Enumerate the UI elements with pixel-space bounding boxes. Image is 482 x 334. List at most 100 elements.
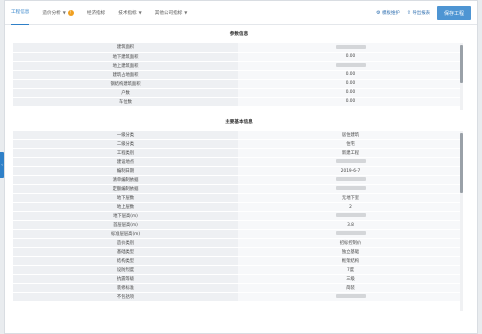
- redacted-value: [335, 213, 366, 218]
- row-value[interactable]: 框架结构: [238, 256, 463, 266]
- row-label: 装修标准: [13, 283, 238, 293]
- tab-other-index[interactable]: 其他公司指标 ▼: [155, 1, 188, 25]
- row-label: 抗震等级: [13, 274, 238, 284]
- table-row: 定额编制依据: [13, 184, 463, 194]
- row-label: 建筑面积: [13, 43, 238, 53]
- caret-down-icon: ▼: [138, 10, 142, 15]
- row-label: 地下层数: [13, 193, 238, 203]
- toolbar-actions: ⚙ 模板维护 ⇪ 导出报表 保存工程: [376, 1, 471, 25]
- row-value[interactable]: [238, 292, 463, 302]
- params-scrollbar[interactable]: [460, 43, 463, 110]
- top-tab-bar: 工程信息 造价分析 ▼! 经济指标 技术指标 ▼ 其他公司指标 ▼ ⚙ 模板维护 ⇪ 导出…: [5, 1, 477, 25]
- row-label: 清单编制依据: [13, 175, 238, 185]
- row-label: 地下层高(m): [13, 211, 238, 221]
- row-value[interactable]: 新建工程: [238, 148, 463, 158]
- row-value[interactable]: 三级: [238, 274, 463, 284]
- caret-down-icon: ▼: [184, 10, 188, 15]
- row-label: 户数: [13, 88, 238, 98]
- table-row: 造价类别 招标控制价: [13, 238, 463, 248]
- tab-technical-index[interactable]: 技术指标 ▼: [118, 1, 141, 25]
- row-value[interactable]: [238, 43, 463, 53]
- row-label: 工程类别: [13, 148, 238, 158]
- table-row: 设防烈度 7度: [13, 265, 463, 275]
- table-row: 钢结构建筑面积 0.00: [13, 79, 463, 89]
- caret-down-icon: ▼: [62, 10, 66, 15]
- table-row: 车位数 0.00: [13, 97, 463, 107]
- row-label: 编制日期: [13, 166, 238, 176]
- main-content: 参数信息 建筑面积 地下建筑面积 0.00 地上建筑面积 建筑占地面积 0.00 钢结构建筑…: [13, 31, 465, 311]
- row-value[interactable]: [238, 184, 463, 194]
- table-row: 基础类型 独立基础: [13, 247, 463, 257]
- row-value[interactable]: 0.00: [238, 88, 463, 98]
- export-report-link[interactable]: ⇪ 导出报表: [407, 10, 430, 16]
- app-window: 工程信息 造价分析 ▼! 经济指标 技术指标 ▼ 其他公司指标 ▼ ⚙ 模板维护 ⇪ 导出…: [4, 0, 478, 334]
- row-value[interactable]: [238, 175, 463, 185]
- gear-icon: ⚙: [376, 10, 381, 16]
- tab-cost-analysis[interactable]: 造价分析 ▼!: [42, 1, 74, 25]
- row-value[interactable]: [238, 211, 463, 221]
- row-value[interactable]: [238, 229, 463, 239]
- row-label: 首层层高(m): [13, 220, 238, 230]
- row-value[interactable]: 居住建筑: [238, 130, 463, 140]
- save-project-button[interactable]: 保存工程: [436, 6, 471, 20]
- row-label: 建设地点: [13, 157, 238, 167]
- table-row: 编制日期 2019-6-7: [13, 166, 463, 176]
- redacted-value: [335, 44, 366, 49]
- row-value[interactable]: 无地下室: [238, 193, 463, 203]
- chevron-left-icon[interactable]: ‹: [0, 152, 4, 178]
- table-row: 地下层数 无地下室: [13, 193, 463, 203]
- row-value[interactable]: 招标控制价: [238, 238, 463, 248]
- row-label: 车位数: [13, 97, 238, 107]
- table-row: 结构类型 框架结构: [13, 256, 463, 266]
- table-row: 建筑占地面积 0.00: [13, 70, 463, 80]
- link-label: 模板维护: [382, 11, 400, 16]
- section-title-basic: 主要基本信息: [225, 119, 253, 125]
- table-row: 清单编制依据: [13, 175, 463, 185]
- redacted-value: [335, 294, 366, 299]
- table-row: 地下层高(m): [13, 211, 463, 221]
- tab-economic-index[interactable]: 经济指标: [87, 1, 105, 25]
- row-label: 标准层层高(m): [13, 229, 238, 239]
- row-value[interactable]: 2: [238, 202, 463, 212]
- row-value[interactable]: 简装: [238, 283, 463, 293]
- template-maintain-link[interactable]: ⚙ 模板维护: [376, 10, 400, 16]
- table-row: 地下建筑面积 0.00: [13, 52, 463, 62]
- row-value[interactable]: 7度: [238, 265, 463, 275]
- params-table: 建筑面积 地下建筑面积 0.00 地上建筑面积 建筑占地面积 0.00 钢结构建筑面积 0.0…: [13, 43, 463, 107]
- row-label: 不包括项: [13, 292, 238, 302]
- basic-scrollbar[interactable]: [460, 130, 463, 311]
- row-label: 设防烈度: [13, 265, 238, 275]
- section-title-params: 参数信息: [229, 32, 249, 37]
- redacted-value: [335, 62, 366, 67]
- scroll-thumb[interactable]: [460, 132, 463, 193]
- scroll-thumb[interactable]: [460, 45, 463, 83]
- row-value[interactable]: 0.00: [238, 79, 463, 89]
- table-row: 地上层数 2: [13, 202, 463, 212]
- table-row: 地上建筑面积: [13, 61, 463, 71]
- tab-label: 其他公司指标: [154, 10, 183, 16]
- row-value[interactable]: 0.00: [238, 52, 463, 62]
- row-label: 地下建筑面积: [13, 52, 238, 62]
- row-value[interactable]: [238, 157, 463, 167]
- row-label: 基础类型: [13, 247, 238, 257]
- table-row: 不包括项: [13, 292, 463, 302]
- basic-info-table: 一级分类 居住建筑 二级分类 住宅 工程类别 新建工程 建设地点 编制日期 2019-6-7 清单…: [13, 130, 463, 302]
- row-label: 钢结构建筑面积: [13, 79, 238, 89]
- row-value[interactable]: 0.00: [238, 97, 463, 107]
- row-value[interactable]: 3.8: [238, 220, 463, 230]
- table-row: 标准层层高(m): [13, 229, 463, 239]
- table-row: 首层层高(m) 3.8: [13, 220, 463, 230]
- table-row: 二级分类 住宅: [13, 139, 463, 149]
- row-label: 结构类型: [13, 256, 238, 266]
- table-row: 户数 0.00: [13, 88, 463, 98]
- tab-label: 工程信息: [11, 10, 30, 15]
- row-value[interactable]: [238, 61, 463, 71]
- row-value[interactable]: 住宅: [238, 139, 463, 149]
- tab-label: 技术指标: [118, 10, 137, 16]
- table-row: 抗震等级 三级: [13, 274, 463, 284]
- row-value[interactable]: 0.00: [238, 70, 463, 80]
- row-value[interactable]: 2019-6-7: [238, 166, 463, 176]
- tab-label: 造价分析: [42, 10, 61, 16]
- tab-project-info[interactable]: 工程信息: [11, 1, 30, 25]
- row-value[interactable]: 独立基础: [238, 247, 463, 257]
